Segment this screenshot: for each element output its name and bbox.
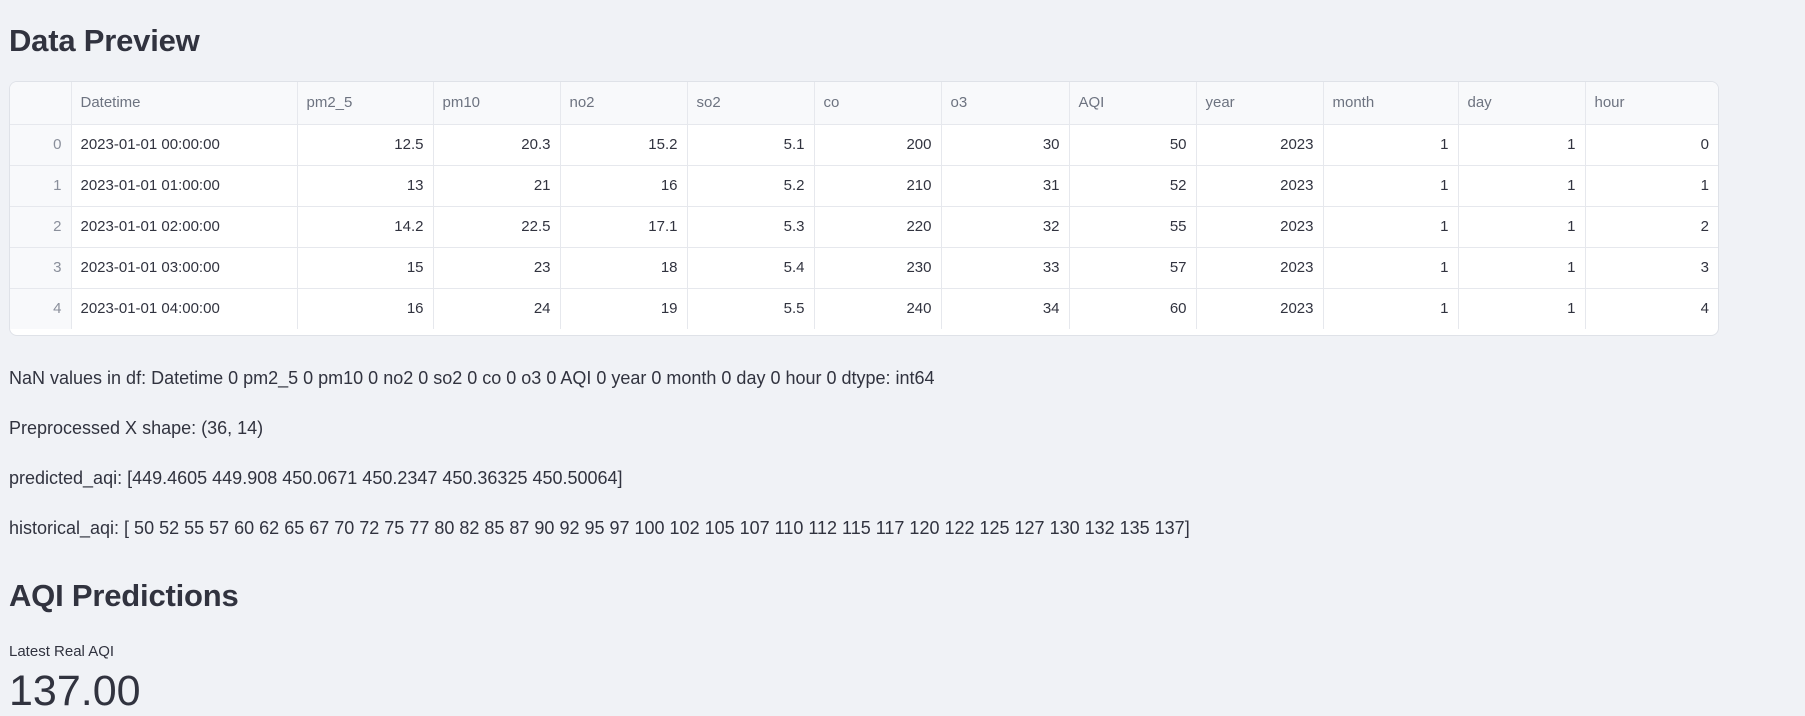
table-cell[interactable]: 2023-01-01 01:00:00 xyxy=(71,165,298,207)
column-header-month[interactable]: month xyxy=(1323,82,1459,125)
table-cell[interactable]: 19 xyxy=(560,288,688,329)
table-cell[interactable]: 2023-01-01 02:00:00 xyxy=(71,206,298,248)
table-cell[interactable]: 1 xyxy=(1458,206,1586,248)
column-header-aqi[interactable]: AQI xyxy=(1069,82,1197,125)
column-header-no2[interactable]: no2 xyxy=(560,82,688,125)
table-cell[interactable]: 2023-01-01 00:00:00 xyxy=(71,124,298,166)
table-cell[interactable]: 1 xyxy=(1323,288,1459,329)
table-cell[interactable]: 1 xyxy=(1323,124,1459,166)
table-cell[interactable]: 200 xyxy=(814,124,942,166)
table-cell[interactable]: 5.1 xyxy=(687,124,815,166)
table-cell[interactable]: 4 xyxy=(1585,288,1718,329)
table-cell[interactable]: 31 xyxy=(941,165,1070,207)
table-cell[interactable]: 33 xyxy=(941,247,1070,289)
row-index-cell[interactable]: 3 xyxy=(10,247,72,289)
table-cell[interactable]: 23 xyxy=(433,247,561,289)
table-row: 1 2023-01-01 01:00:00 13 21 16 5.2 210 31 52 2023… xyxy=(10,165,1718,207)
table-row: 4 2023-01-01 04:00:00 16 24 19 5.5 240 34 60 2023… xyxy=(10,288,1718,329)
table-cell[interactable]: 18 xyxy=(560,247,688,289)
column-header-o3[interactable]: o3 xyxy=(941,82,1070,125)
table-cell[interactable]: 1 xyxy=(1323,165,1459,207)
table-cell[interactable]: 15 xyxy=(297,247,434,289)
table-cell[interactable]: 57 xyxy=(1069,247,1197,289)
table-row: 2 2023-01-01 02:00:00 14.2 22.5 17.1 5.3 220 32… xyxy=(10,206,1718,248)
table-cell[interactable]: 22.5 xyxy=(433,206,561,248)
table-cell[interactable]: 21 xyxy=(433,165,561,207)
metric-value: 137.00 xyxy=(9,667,141,715)
column-header-day[interactable]: day xyxy=(1458,82,1586,125)
table-cell[interactable]: 2 xyxy=(1585,206,1718,248)
row-index-cell[interactable]: 1 xyxy=(10,165,72,207)
table-cell[interactable]: 1 xyxy=(1585,165,1718,207)
table-cell[interactable]: 0 xyxy=(1585,124,1718,166)
table-cell[interactable]: 1 xyxy=(1458,247,1586,289)
table-cell[interactable]: 1 xyxy=(1458,288,1586,329)
table-body: 0 2023-01-01 00:00:00 12.5 20.3 15.2 5.1 200 30… xyxy=(10,124,1718,329)
table-cell[interactable]: 210 xyxy=(814,165,942,207)
table-cell[interactable]: 1 xyxy=(1323,247,1459,289)
table-cell[interactable]: 1 xyxy=(1458,124,1586,166)
data-preview-table[interactable]: Datetime pm2_5 pm10 no2 so2 co o3 AQI ye… xyxy=(9,81,1719,336)
column-header-pm2_5[interactable]: pm2_5 xyxy=(297,82,434,125)
table-cell[interactable]: 14.2 xyxy=(297,206,434,248)
table-cell[interactable]: 5.4 xyxy=(687,247,815,289)
table-cell[interactable]: 5.5 xyxy=(687,288,815,329)
table-cell[interactable]: 55 xyxy=(1069,206,1197,248)
column-header-co[interactable]: co xyxy=(814,82,942,125)
table-cell[interactable]: 2023 xyxy=(1196,288,1324,329)
nan-values-text: NaN values in df: Datetime 0 pm2_5 0 pm1… xyxy=(9,368,935,388)
table-cell[interactable]: 15.2 xyxy=(560,124,688,166)
table-cell[interactable]: 5.3 xyxy=(687,206,815,248)
table-cell[interactable]: 16 xyxy=(297,288,434,329)
table-cell[interactable]: 13 xyxy=(297,165,434,207)
table-cell[interactable]: 12.5 xyxy=(297,124,434,166)
table-header-row: Datetime pm2_5 pm10 no2 so2 co o3 AQI ye… xyxy=(10,82,1718,125)
table-cell[interactable]: 3 xyxy=(1585,247,1718,289)
table-cell[interactable]: 2023 xyxy=(1196,124,1324,166)
table-cell[interactable]: 2023-01-01 03:00:00 xyxy=(71,247,298,289)
column-header-datetime[interactable]: Datetime xyxy=(71,82,298,125)
metric-label: Latest Real AQI xyxy=(9,643,115,660)
table-cell[interactable]: 220 xyxy=(814,206,942,248)
table-cell[interactable]: 60 xyxy=(1069,288,1197,329)
table-row: 3 2023-01-01 03:00:00 15 23 18 5.4 230 33 57 2023… xyxy=(10,247,1718,289)
table-cell[interactable]: 50 xyxy=(1069,124,1197,166)
column-header-year[interactable]: year xyxy=(1196,82,1324,125)
table-cell[interactable]: 32 xyxy=(941,206,1070,248)
row-index-cell[interactable]: 0 xyxy=(10,124,72,166)
table-cell[interactable]: 2023 xyxy=(1196,165,1324,207)
table-cell[interactable]: 16 xyxy=(560,165,688,207)
data-preview-heading: Data Preview xyxy=(9,23,200,58)
column-header-pm10[interactable]: pm10 xyxy=(433,82,561,125)
row-index-cell[interactable]: 4 xyxy=(10,288,72,329)
table-cell[interactable]: 2023-01-01 04:00:00 xyxy=(71,288,298,329)
preprocessed-shape-text: Preprocessed X shape: (36, 14) xyxy=(9,418,264,438)
table-cell[interactable]: 2023 xyxy=(1196,247,1324,289)
historical-aqi-text: historical_aqi: [ 50 52 55 57 60 62 65 6… xyxy=(9,518,1190,538)
table-cell[interactable]: 30 xyxy=(941,124,1070,166)
table-row: 0 2023-01-01 00:00:00 12.5 20.3 15.2 5.1 200 30… xyxy=(10,124,1718,166)
dataframe[interactable]: Datetime pm2_5 pm10 no2 so2 co o3 AQI ye… xyxy=(10,82,1718,329)
table-cell[interactable]: 5.2 xyxy=(687,165,815,207)
predicted-aqi-text: predicted_aqi: [449.4605 449.908 450.067… xyxy=(9,468,623,488)
table-cell[interactable]: 1 xyxy=(1323,206,1459,248)
table-cell[interactable]: 52 xyxy=(1069,165,1197,207)
aqi-predictions-heading: AQI Predictions xyxy=(9,578,239,613)
table-cell[interactable]: 240 xyxy=(814,288,942,329)
table-cell[interactable]: 1 xyxy=(1458,165,1586,207)
column-header-so2[interactable]: so2 xyxy=(687,82,815,125)
column-header-index[interactable] xyxy=(10,82,72,125)
column-header-hour[interactable]: hour xyxy=(1585,82,1718,125)
table-cell[interactable]: 2023 xyxy=(1196,206,1324,248)
table-cell[interactable]: 24 xyxy=(433,288,561,329)
table-cell[interactable]: 34 xyxy=(941,288,1070,329)
table-cell[interactable]: 230 xyxy=(814,247,942,289)
table-cell[interactable]: 20.3 xyxy=(433,124,561,166)
table-cell[interactable]: 17.1 xyxy=(560,206,688,248)
row-index-cell[interactable]: 2 xyxy=(10,206,72,248)
